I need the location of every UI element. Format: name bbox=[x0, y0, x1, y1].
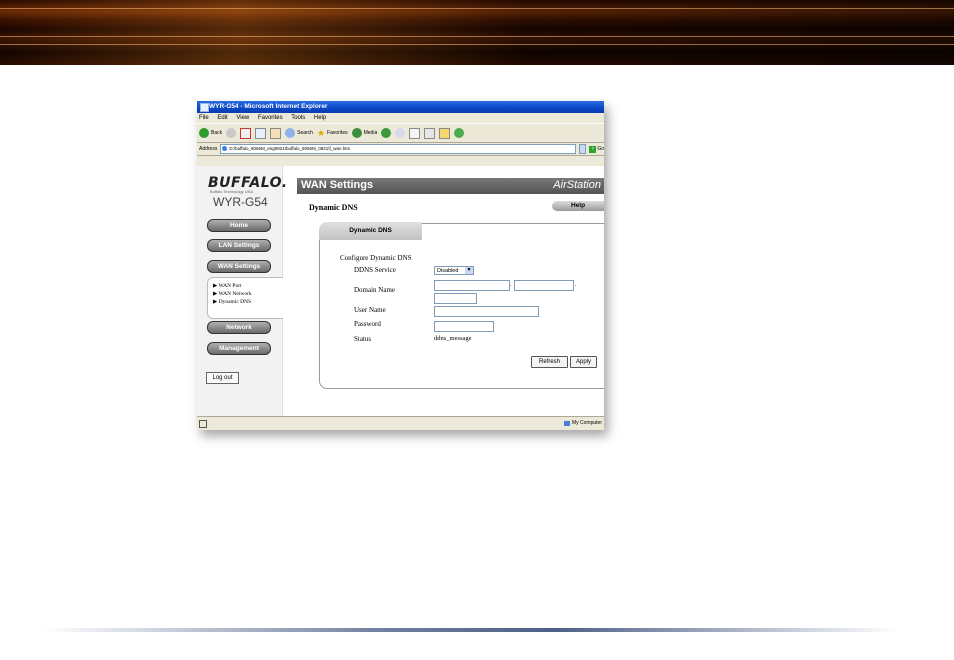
browser-window: WYR-G54 - Microsoft Internet Explorer Fi… bbox=[197, 101, 604, 430]
ddns-service-label: DDNS Service bbox=[354, 266, 396, 274]
menu-view[interactable]: View bbox=[236, 115, 249, 121]
refresh-icon[interactable] bbox=[255, 127, 267, 139]
messenger-icon[interactable] bbox=[454, 128, 465, 138]
banner-line bbox=[0, 8, 954, 9]
home-icon[interactable] bbox=[270, 127, 282, 139]
submenu-item-wan-network[interactable]: ▶ WAN Network bbox=[208, 290, 283, 298]
ddns-service-value: Disabled bbox=[437, 268, 459, 274]
history-icon[interactable] bbox=[381, 128, 392, 138]
banner-line bbox=[0, 36, 954, 37]
apply-button[interactable]: Apply bbox=[570, 356, 597, 368]
header-bar: WAN Settings AirStation bbox=[297, 178, 604, 194]
go-label: Go bbox=[597, 146, 604, 152]
page-title: WAN Settings bbox=[301, 179, 374, 191]
stop-icon[interactable] bbox=[240, 127, 252, 139]
domain-name-field-2[interactable] bbox=[514, 280, 574, 291]
title-bar[interactable]: WYR-G54 - Microsoft Internet Explorer bbox=[197, 101, 604, 113]
ie-app-icon bbox=[200, 103, 209, 112]
zone-label: My Computer bbox=[571, 420, 602, 426]
back-label: Back bbox=[211, 130, 223, 136]
address-label: Address bbox=[199, 146, 218, 152]
mail-icon[interactable] bbox=[395, 128, 406, 138]
menu-tools[interactable]: Tools bbox=[291, 115, 305, 121]
domain-separator: . bbox=[575, 282, 577, 288]
user-name-field[interactable] bbox=[434, 306, 539, 317]
toolbar: Back Search ★ Favorites Media bbox=[197, 123, 604, 143]
menu-file[interactable]: File bbox=[199, 115, 209, 121]
submenu-item-wan-port[interactable]: ▶ WAN Port bbox=[208, 282, 283, 290]
zone-indicator: My Computer bbox=[563, 420, 602, 426]
address-input[interactable]: D:\buffalo_8065M_eng0821\buffalo_8065M_0… bbox=[220, 144, 576, 154]
computer-icon bbox=[563, 420, 570, 426]
help-button[interactable]: Help bbox=[552, 201, 604, 211]
folder-icon[interactable] bbox=[439, 127, 451, 139]
submenu-label: WAN Port bbox=[218, 283, 242, 289]
refresh-button[interactable]: Refresh bbox=[531, 356, 568, 368]
menu-help[interactable]: Help bbox=[314, 115, 326, 121]
nav-home-button[interactable]: Home bbox=[207, 219, 271, 232]
form-heading: Configure Dynamic DNS bbox=[340, 254, 412, 262]
airstation-brand: AirStation bbox=[553, 179, 601, 191]
media-button[interactable]: Media bbox=[351, 128, 378, 138]
domain-name-field-1[interactable] bbox=[434, 280, 510, 291]
print-icon[interactable] bbox=[409, 127, 421, 139]
back-arrow-icon bbox=[199, 128, 209, 138]
address-value: D:\buffalo_8065M_eng0821\buffalo_8065M_0… bbox=[229, 146, 351, 151]
page-status-icon bbox=[199, 420, 207, 428]
status-label: Status bbox=[354, 335, 372, 343]
menu-favorites[interactable]: Favorites bbox=[258, 115, 283, 121]
nav-management-button[interactable]: Management bbox=[207, 342, 271, 355]
submenu-label: Dynamic DNS bbox=[218, 299, 252, 305]
menu-bar: File Edit View Favorites Tools Help bbox=[197, 113, 604, 123]
search-button[interactable]: Search bbox=[285, 128, 313, 138]
submenu-item-dynamic-dns[interactable]: ▶ Dynamic DNS bbox=[208, 298, 283, 306]
chevron-down-icon: ▼ bbox=[465, 267, 473, 274]
password-field[interactable] bbox=[434, 321, 494, 332]
favorites-button[interactable]: ★ Favorites bbox=[317, 128, 348, 139]
forward-arrow-icon[interactable] bbox=[226, 128, 237, 138]
window-title: WYR-G54 - Microsoft Internet Explorer bbox=[209, 103, 328, 110]
ddns-service-select[interactable]: Disabled ▼ bbox=[434, 266, 474, 275]
submenu-label: WAN Network bbox=[218, 291, 252, 297]
star-icon: ★ bbox=[316, 127, 326, 138]
sidebar: BUFFALO. Buffalo Technology USA WYR-G54 … bbox=[197, 166, 287, 416]
logout-button[interactable]: Log out bbox=[206, 372, 239, 384]
logo-subtitle: Buffalo Technology USA bbox=[210, 189, 253, 194]
nav-wan-settings-button[interactable]: WAN Settings bbox=[207, 260, 271, 273]
nav-network-button[interactable]: Network bbox=[207, 321, 271, 334]
status-bar: My Computer bbox=[197, 416, 604, 430]
status-value: ddns_message bbox=[434, 335, 472, 342]
favorites-label: Favorites bbox=[327, 130, 348, 136]
domain-name-label: Domain Name bbox=[354, 286, 396, 294]
media-icon bbox=[351, 128, 362, 138]
page-content: BUFFALO. Buffalo Technology USA WYR-G54 … bbox=[197, 166, 604, 416]
address-dropdown-icon[interactable] bbox=[578, 144, 587, 154]
tab-dynamic-dns[interactable]: Dynamic DNS bbox=[319, 222, 422, 240]
search-icon bbox=[285, 128, 296, 138]
search-label: Search bbox=[297, 130, 313, 136]
address-bar: Address D:\buffalo_8065M_eng0821\buffalo… bbox=[197, 143, 604, 156]
domain-name-field-3[interactable] bbox=[434, 293, 477, 304]
menu-edit[interactable]: Edit bbox=[217, 115, 227, 121]
edit-icon[interactable] bbox=[424, 127, 436, 139]
password-label: Password bbox=[354, 320, 381, 328]
wan-submenu: ▶ WAN Port ▶ WAN Network ▶ Dynamic DNS bbox=[207, 277, 283, 319]
go-arrow-icon: › bbox=[589, 145, 597, 153]
main-area: WAN Settings AirStation Dynamic DNS Help… bbox=[283, 166, 604, 416]
page-subtitle: Dynamic DNS bbox=[309, 203, 358, 212]
banner-line bbox=[0, 44, 954, 45]
bottom-divider bbox=[40, 628, 900, 632]
top-banner bbox=[0, 0, 954, 65]
media-label: Media bbox=[363, 130, 378, 136]
go-button[interactable]: › Go bbox=[589, 145, 604, 153]
model-name: WYR-G54 bbox=[213, 195, 268, 209]
page-icon bbox=[222, 146, 228, 151]
nav-lan-settings-button[interactable]: LAN Settings bbox=[207, 239, 271, 252]
user-name-label: User Name bbox=[354, 306, 386, 314]
back-button[interactable]: Back bbox=[199, 128, 222, 138]
domain-separator: . bbox=[510, 282, 512, 288]
